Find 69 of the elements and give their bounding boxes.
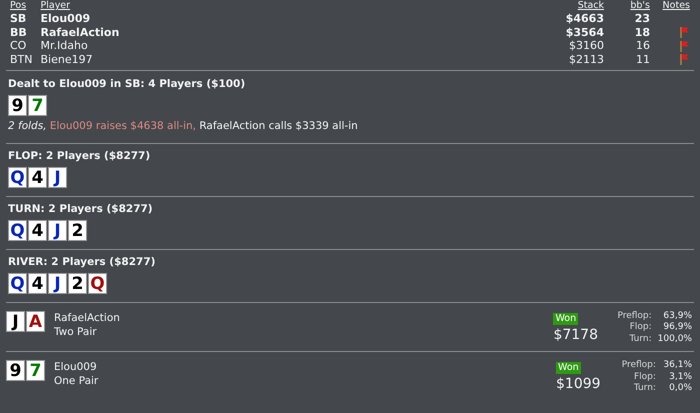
column-header: Notes <box>662 0 691 12</box>
position-cell-text: SB <box>9 12 28 26</box>
playing-card: 2 <box>68 220 87 241</box>
playing-card: J <box>48 220 67 241</box>
street-title: TURN: 2 Players ($8277) <box>8 202 154 216</box>
playing-card: 4 <box>28 166 47 188</box>
playing-card: J <box>6 310 25 332</box>
won-badge: Won <box>556 362 581 374</box>
hand-rank: Two Pair <box>54 324 98 339</box>
column-header: bb's <box>629 0 651 12</box>
position-cell-text: BTN <box>9 52 34 66</box>
playing-card: Q <box>88 272 107 294</box>
equity-label: Flop: <box>628 322 652 334</box>
position-cell-text: CO <box>9 39 28 52</box>
flag-icon[interactable] <box>679 53 690 66</box>
playing-card: 7 <box>28 95 47 116</box>
column-header: Stack <box>576 0 605 12</box>
equity-value: 36,1% <box>662 360 692 372</box>
equity-label: Turn: <box>628 334 652 346</box>
playing-card: 4 <box>28 220 47 241</box>
playing-card: 9 <box>8 95 27 116</box>
flag-icon[interactable] <box>679 26 690 38</box>
playing-card: Q <box>8 220 27 241</box>
win-amount: $1099 <box>556 376 600 392</box>
big-blinds-cell-text: 18 <box>634 26 651 39</box>
equity-value: 96,9% <box>662 322 692 334</box>
big-blinds-cell-text: 16 <box>635 39 651 52</box>
equity-label: Preflop: <box>620 360 656 372</box>
column-header: Pos <box>9 0 28 12</box>
column-header: Player <box>40 0 72 12</box>
stack-cell-text: $3160 <box>568 39 605 52</box>
position-cell-text: BB <box>9 26 28 39</box>
playing-card: 2 <box>68 272 87 294</box>
action-text: RafaelAction calls $3339 all-in <box>199 120 358 132</box>
equity-value: 100,0% <box>656 334 692 346</box>
player-name: Biene197 <box>40 52 94 66</box>
flag-icon[interactable] <box>679 40 690 52</box>
equity-label: Turn: <box>632 383 656 395</box>
player-name: Elou009 <box>54 360 98 374</box>
playing-card: A <box>26 310 45 332</box>
won-badge: Won <box>553 312 578 325</box>
stack-cell-text: $4663 <box>564 12 605 26</box>
big-blinds-cell-text: 23 <box>634 12 651 26</box>
street-title: Dealt to Elou009 in SB: 4 Players ($100) <box>8 77 246 91</box>
stack-cell-text: $3564 <box>564 26 605 39</box>
player-name: Mr.Idaho <box>40 39 89 52</box>
playing-card: Q <box>8 272 27 294</box>
win-amount: $7178 <box>553 326 598 342</box>
playing-card: 9 <box>6 360 25 382</box>
hand-rank: One Pair <box>54 374 98 388</box>
equity-value: 63,9% <box>662 310 692 322</box>
playing-card: J <box>48 272 67 294</box>
action-text: 2 folds, <box>8 120 47 132</box>
equity-value: 3,1% <box>668 372 692 383</box>
equity-value: 0,0% <box>668 383 692 395</box>
playing-card: J <box>48 166 67 188</box>
player-name: RafaelAction <box>40 26 120 39</box>
playing-card: 7 <box>26 360 45 382</box>
player-name: RafaelAction <box>54 310 120 325</box>
playing-card: 4 <box>28 272 47 294</box>
player-name: Elou009 <box>40 12 92 26</box>
equity-label: Preflop: <box>616 310 652 322</box>
street-title: FLOP: 2 Players ($8277) <box>8 148 152 163</box>
action-text: Elou009 raises $4638 all-in, <box>50 120 196 132</box>
equity-label: Flop: <box>633 372 656 384</box>
street-title: RIVER: 2 Players ($8277) <box>8 254 156 269</box>
big-blinds-cell-text: 11 <box>635 52 651 66</box>
playing-card: Q <box>8 166 27 188</box>
stack-cell-text: $2113 <box>568 52 605 66</box>
